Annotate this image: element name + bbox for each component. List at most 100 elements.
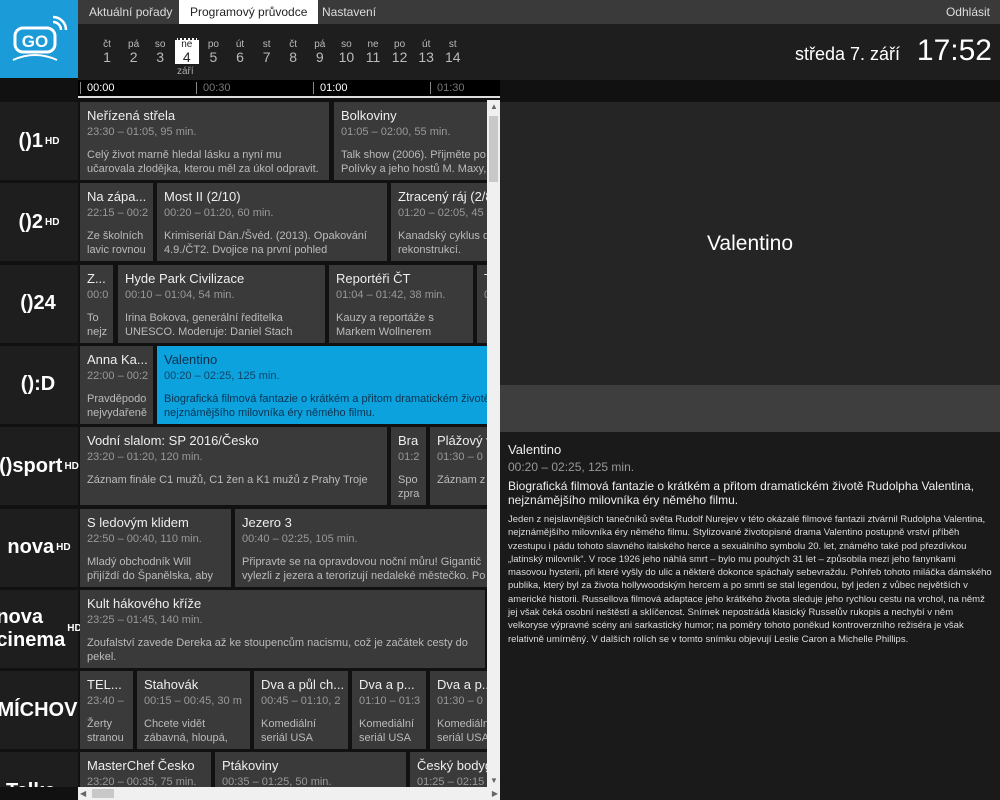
- program-desc: Biografická filmová fantazie o krátkém a…: [164, 392, 487, 419]
- tab-current-programs[interactable]: Aktuální pořady: [78, 0, 183, 24]
- go-logo[interactable]: GO: [0, 0, 78, 78]
- program-time: 00:35 – 01:25, 50 min.: [222, 776, 332, 787]
- channel-name: SMÍCHOV: [0, 698, 78, 721]
- hd-badge: HD: [58, 786, 72, 787]
- program-cell[interactable]: Bolkoviny 01:05 – 02:00, 55 min. Talk show…: [334, 102, 487, 180]
- date-11[interactable]: ne 11: [361, 40, 385, 65]
- program-cell[interactable]: Vodní slalom: SP 2016/Česko 23:20 – 01:20…: [80, 427, 387, 506]
- program-time: 23:20 – 00:35, 75 min.: [87, 776, 197, 787]
- hd-badge: HD: [45, 216, 60, 228]
- program-cell[interactable]: Plážový v 01:30 – 0 Záznam z: [430, 427, 487, 506]
- program-cell[interactable]: Z... 00:0 To nejz: [80, 264, 113, 343]
- date-2[interactable]: pá 2: [122, 40, 146, 65]
- channel-name: Telka: [6, 780, 56, 787]
- program-cell[interactable]: S ledovým klidem 22:50 – 00:40, 110 min. M…: [80, 508, 231, 587]
- program-cell[interactable]: Dva a p... 01:10 – 01:3 Komediální seriál …: [352, 671, 426, 750]
- tab-settings[interactable]: Nastavení: [311, 0, 387, 24]
- program-title: Dva a půl ch...: [261, 677, 345, 693]
- program-cell[interactable]: Valentino 00:20 – 02:25, 125 min. Biografi…: [157, 345, 487, 424]
- date-12[interactable]: po 12: [388, 40, 412, 65]
- channel-logo[interactable]: TelkaHD: [0, 752, 78, 787]
- channel-logo[interactable]: nova HD: [0, 508, 78, 587]
- timeline-label: 00:30: [196, 82, 231, 94]
- program-title: Valentino: [164, 351, 218, 367]
- channel-logo[interactable]: ()sport HD: [0, 427, 79, 506]
- scroll-left-icon[interactable]: ◀: [80, 789, 86, 798]
- program-cell[interactable]: MasterChef Česko 23:20 – 00:35, 75 min.: [80, 752, 211, 787]
- current-date: středa 7. září: [794, 44, 900, 64]
- current-time: 17:52: [916, 34, 992, 67]
- program-cell[interactable]: Ztracený ráj (2/8 01:20 – 02:05, 45 Kanads…: [391, 183, 487, 262]
- program-grid: ()1 HD Neřízená střela 23:30 – 01:05, 95 mi…: [0, 100, 487, 787]
- channel-name: ():D: [20, 373, 56, 396]
- scroll-down-icon[interactable]: ▼: [490, 776, 498, 785]
- program-cell[interactable]: Jezero 3 00:40 – 02:25, 105 min. Připravte…: [235, 508, 487, 587]
- scrollbar-thumb[interactable]: [489, 116, 498, 182]
- program-title: Hyde Park Civilizace: [125, 270, 245, 286]
- program-time: 23:25 – 01:45, 140 min.: [87, 613, 203, 626]
- program-cell[interactable]: Reportéři ČT 01:04 – 01:42, 38 min. Kauzy …: [329, 264, 473, 343]
- program-cell[interactable]: TEL... 23:40 – Žerty stranou: [80, 671, 133, 750]
- program-cell[interactable]: Na zápa... 22:15 – 00:2 Ze školních lavic …: [80, 183, 153, 262]
- timeline-label: 01:30: [430, 82, 465, 94]
- date-14[interactable]: st 14: [441, 40, 465, 65]
- date-9[interactable]: pá 9: [308, 40, 332, 65]
- program-cell[interactable]: Hyde Park Civilizace 00:10 – 01:04, 54 mi…: [118, 264, 325, 343]
- program-title: Reportéři ČT: [336, 270, 411, 286]
- scrollbar-thumb[interactable]: [92, 789, 114, 798]
- program-cell[interactable]: Dva a p... 01:30 – 0 Komediální seriál USA: [430, 671, 487, 750]
- channel-logo[interactable]: nova cinema HD: [0, 589, 82, 668]
- program-cell[interactable]: Dva a půl ch... 00:45 – 01:10, 2 Komediáln…: [254, 671, 348, 750]
- program-cell[interactable]: Bra 01:2 Spo zpra: [391, 427, 426, 506]
- program-title: Na zápa...: [87, 189, 147, 205]
- program-cell[interactable]: Anna Ka... 22:00 – 00:2 Pravděpodo nejvyda…: [80, 345, 153, 424]
- day-number: 4: [182, 49, 191, 65]
- date-3[interactable]: so 3: [148, 40, 172, 65]
- program-time: 01:2: [398, 451, 420, 464]
- tab-program-guide[interactable]: Programový průvodce: [179, 0, 319, 24]
- program-title: Plážový v: [437, 433, 487, 449]
- channel-logo[interactable]: SMÍCHOVHD: [0, 671, 94, 750]
- date-1[interactable]: čt 1: [95, 40, 119, 65]
- program-cell[interactable]: Neřízená střela 23:30 – 01:05, 95 min. Cel…: [80, 102, 329, 180]
- program-cell[interactable]: Kult hákového kříže 23:25 – 01:45, 140 mi…: [80, 589, 485, 668]
- program-title: Anna Ka...: [87, 351, 148, 367]
- program-time: 00:10 – 01:04, 54 min.: [125, 288, 235, 301]
- day-number: 11: [365, 49, 381, 65]
- day-number: 12: [391, 49, 408, 65]
- program-title: Z...: [87, 270, 106, 286]
- channel-logo[interactable]: ()2 HD: [0, 183, 78, 262]
- program-desc: Žerty stranou: [87, 718, 124, 745]
- date-8[interactable]: čt 8: [281, 40, 305, 65]
- program-time: 23:30 – 01:05, 95 min.: [87, 126, 197, 138]
- date-13[interactable]: út 13: [414, 40, 438, 65]
- date-6[interactable]: út 6: [228, 40, 252, 65]
- scroll-right-icon[interactable]: ▶: [492, 789, 498, 798]
- logout-link[interactable]: Odhlásit: [946, 0, 990, 24]
- program-cell[interactable]: T0: [477, 264, 487, 343]
- program-cell[interactable]: Český bodyg 01:25 – 02:15: [410, 752, 487, 787]
- channel-logo[interactable]: ()24: [0, 264, 78, 343]
- channel-logo[interactable]: ()1 HD: [0, 102, 78, 180]
- program-title: MasterChef Česko: [87, 758, 195, 774]
- date-5[interactable]: po 5: [201, 40, 225, 65]
- date-10[interactable]: so 10: [334, 40, 358, 65]
- date-4[interactable]: ne 4: [174, 38, 199, 65]
- day-number: 3: [156, 49, 165, 65]
- vertical-scrollbar[interactable]: ▲ ▼: [487, 100, 500, 787]
- scroll-up-icon[interactable]: ▲: [490, 102, 498, 111]
- day-number: 13: [418, 49, 434, 65]
- channel-logo[interactable]: ():D: [0, 345, 78, 424]
- program-cell[interactable]: Ptákoviny 00:35 – 01:25, 50 min.: [215, 752, 406, 787]
- channel-row: ()24 Z... 00:0 To nejz Hyde Park Civilizace 0…: [0, 264, 487, 343]
- program-cell[interactable]: Most II (2/10) 00:20 – 01:20, 60 min. Krim…: [157, 183, 387, 262]
- horizontal-scrollbar[interactable]: ◀ ▶: [78, 787, 500, 800]
- program-desc: Kanadský cyklus d rekonstrukcí.: [398, 230, 487, 257]
- program-title: Bra: [398, 433, 419, 449]
- channel-name: ()sport: [0, 454, 63, 477]
- channel-name: ()24: [20, 292, 56, 315]
- program-title: Jezero 3: [242, 514, 292, 530]
- program-desc: Připravte se na opravdovou noční můru! G…: [242, 555, 486, 582]
- date-7[interactable]: st 7: [255, 40, 279, 65]
- program-cell[interactable]: Stahovák 00:15 – 00:45, 30 m Chcete vidět …: [137, 671, 250, 750]
